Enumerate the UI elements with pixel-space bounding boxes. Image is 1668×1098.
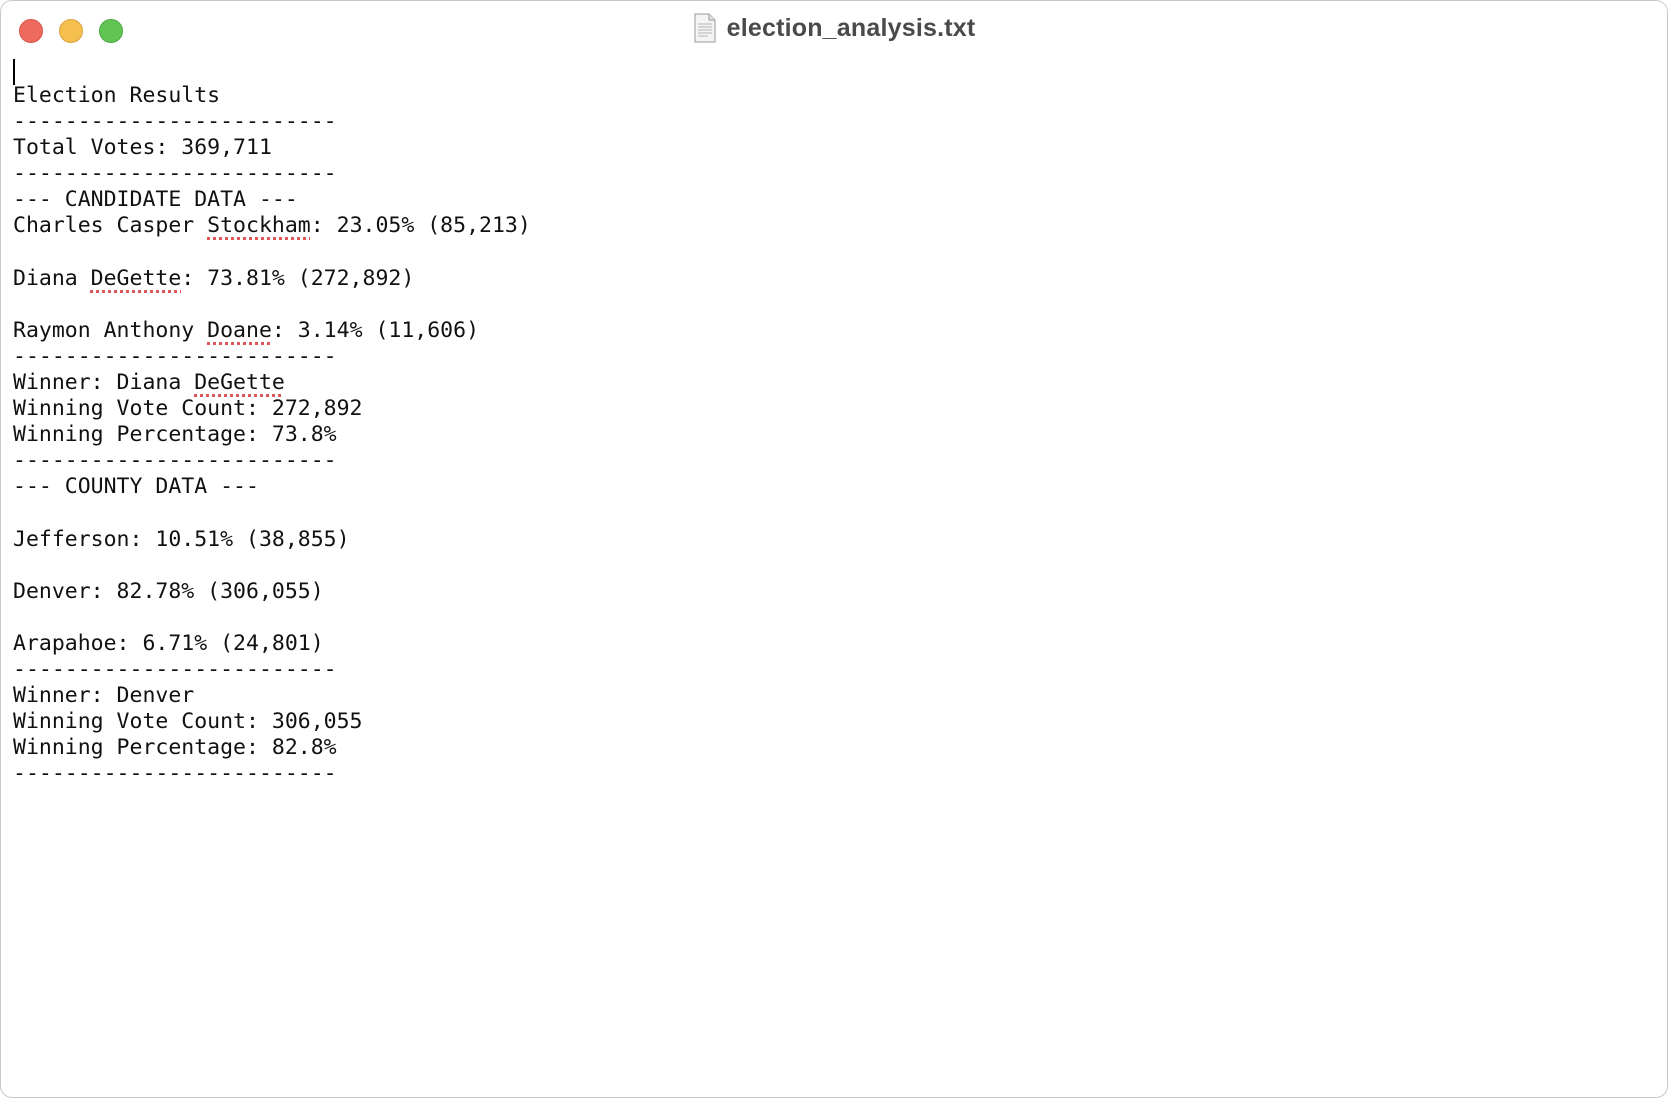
document-line: ------------------------- [13, 161, 337, 187]
document-line: Winning Percentage: 73.8% [13, 422, 337, 448]
text-cursor [13, 59, 15, 85]
document-line: Jefferson: 10.51% (38,855) [13, 526, 350, 552]
document-line: Denver: 82.78% (306,055) [13, 578, 324, 604]
document-line: Raymon Anthony Doane: 3.14% (11,606) [13, 317, 480, 343]
spellcheck-flagged-word: DeGette [194, 370, 285, 396]
document-line: --- CANDIDATE DATA --- [13, 187, 298, 213]
document-line: Winner: Diana DeGette [13, 370, 285, 396]
document-line: Winning Vote Count: 306,055 [13, 709, 363, 735]
document-text[interactable]: Election Results ------------------------… [13, 83, 531, 788]
document-line: ------------------------- [13, 448, 337, 474]
document-line: ​ [13, 292, 531, 318]
document-line: ​ [13, 553, 531, 579]
document-line: ------------------------- [13, 657, 337, 683]
spellcheck-flagged-word: Stockham [207, 213, 311, 239]
spellcheck-flagged-word: DeGette [90, 265, 182, 291]
text-editor-area[interactable]: Election Results ------------------------… [13, 59, 1667, 1097]
document-line: ​ [13, 240, 531, 266]
document-line: Total Votes: 369,711 [13, 135, 272, 161]
spellcheck-flagged-word: Doane [207, 317, 272, 343]
document-line: --- COUNTY DATA --- [13, 474, 259, 500]
document-line: Winning Vote Count: 272,892 [13, 396, 363, 422]
document-line: ------------------------- [13, 343, 337, 369]
title-bar[interactable]: election_analysis.txt [1, 1, 1667, 59]
document-line: Winner: Denver [13, 683, 195, 709]
document-line: ------------------------- [13, 109, 337, 135]
document-line: Winning Percentage: 82.8% [13, 735, 337, 761]
text-document-icon [693, 13, 717, 43]
document-line: ------------------------- [13, 761, 337, 787]
document-line: ​ [13, 605, 531, 631]
text-editor-window: election_analysis.txt Election Results --… [0, 0, 1668, 1098]
document-line: Charles Casper Stockham: 23.05% (85,213) [13, 213, 531, 239]
document-line: Election Results [13, 83, 221, 108]
document-line: Arapahoe: 6.71% (24,801) [13, 630, 324, 656]
document-line: ​ [13, 501, 531, 527]
window-title: election_analysis.txt [726, 13, 976, 42]
window-title-group: election_analysis.txt [1, 13, 1667, 43]
document-line: Diana DeGette: 73.81% (272,892) [13, 265, 415, 291]
